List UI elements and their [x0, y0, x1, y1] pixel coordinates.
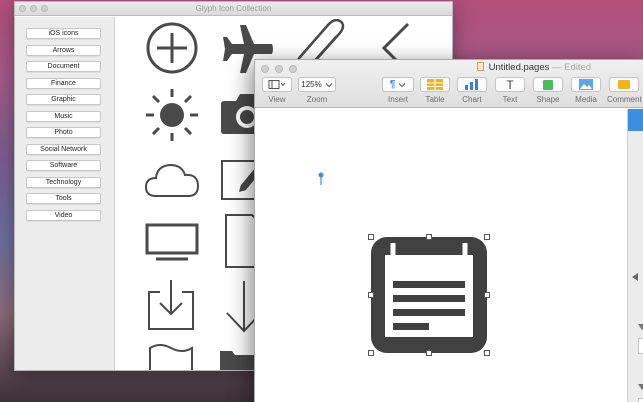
resize-handle-top-right[interactable] [484, 234, 490, 240]
pages-document-window: Untitled.pages — Edited View 125% Zoom ¶… [254, 59, 643, 402]
text-button[interactable]: T [495, 77, 525, 92]
sun-icon[interactable] [144, 87, 200, 143]
category-software-button[interactable]: Software [26, 160, 101, 171]
zoom-value: 125% [301, 80, 322, 89]
text-box-icon: T [506, 77, 514, 92]
photo-icon [579, 79, 593, 90]
table-icon [427, 79, 443, 90]
glyph-window-title: Glyph Icon Collection [195, 4, 272, 13]
text-insertion-cursor [318, 172, 324, 185]
category-document-button[interactable]: Document [26, 61, 101, 72]
view-toolbar-item: View [261, 77, 293, 104]
document-name: Untitled.pages [488, 62, 550, 73]
insert-label: Insert [387, 95, 408, 104]
media-button[interactable] [571, 77, 601, 92]
text-toolbar-item: T Text [494, 77, 526, 104]
pages-close-button[interactable] [261, 65, 269, 73]
document-title[interactable]: Untitled.pages — Edited [477, 62, 591, 73]
zoom-label: Zoom [306, 95, 328, 104]
comment-icon [618, 80, 630, 89]
category-graphic-button[interactable]: Graphic [26, 94, 101, 105]
resize-handle-left[interactable] [368, 292, 374, 298]
chart-toolbar-item: Chart [456, 77, 488, 104]
plus-circle-icon[interactable] [144, 20, 200, 76]
category-tools-button[interactable]: Tools [26, 193, 101, 204]
format-inspector-sidebar [627, 109, 643, 402]
triangle-left-icon[interactable] [632, 273, 638, 281]
category-arrows-button[interactable]: Arrows [26, 44, 101, 56]
close-button[interactable] [19, 5, 26, 12]
document-status: Edited [564, 62, 592, 73]
table-toolbar-item: Table [419, 77, 451, 104]
glyph-window-titlebar[interactable]: Glyph Icon Collection [15, 2, 452, 16]
chevron-down-icon [325, 82, 333, 87]
chart-label: Chart [462, 95, 482, 104]
category-video-button[interactable]: Video [26, 209, 101, 221]
document-canvas[interactable] [255, 109, 627, 402]
shape-label: Shape [536, 95, 560, 104]
flag-icon[interactable] [148, 344, 194, 371]
category-sidebar: iOS icons Arrows Document Finance Graphi… [15, 17, 115, 370]
category-finance-button[interactable]: Finance [26, 77, 101, 89]
disclosure-triangle-icon[interactable] [638, 324, 643, 330]
paragraph-icon: ¶ [389, 79, 396, 90]
category-technology-button[interactable]: Technology [26, 176, 101, 188]
table-label: Table [425, 95, 445, 104]
zoom-button[interactable] [41, 5, 48, 12]
view-label: View [268, 95, 286, 104]
pages-zoom-button[interactable] [289, 65, 297, 73]
selected-notepad-image[interactable] [368, 234, 490, 356]
zoom-toolbar-item: 125% Zoom [297, 77, 337, 104]
window-controls [19, 5, 48, 12]
title-separator: — [552, 62, 562, 73]
category-music-button[interactable]: Music [26, 110, 101, 122]
chart-button[interactable] [457, 77, 487, 92]
resize-handle-bottom[interactable] [426, 350, 432, 356]
comment-button[interactable] [609, 77, 639, 92]
category-ios-icons-button[interactable]: iOS icons [26, 28, 101, 39]
folder-icon[interactable] [218, 347, 258, 371]
view-button[interactable] [262, 77, 292, 92]
text-label: Text [502, 95, 518, 104]
table-button[interactable] [420, 77, 450, 92]
category-social-network-button[interactable]: Social Network [26, 143, 101, 155]
chevron-down-icon [398, 82, 406, 87]
notepad-icon [371, 237, 487, 353]
media-label: Media [575, 95, 597, 104]
insert-toolbar-item: ¶ Insert [381, 77, 415, 104]
monitor-icon[interactable] [144, 222, 200, 262]
media-toolbar-item: Media [570, 77, 602, 104]
pages-document-icon [477, 62, 484, 71]
cloud-icon[interactable] [144, 159, 200, 199]
zoom-select[interactable]: 125% [298, 77, 336, 92]
resize-handle-bottom-right[interactable] [484, 350, 490, 356]
shape-toolbar-item: Shape [532, 77, 564, 104]
pages-minimize-button[interactable] [275, 65, 283, 73]
category-photo-button[interactable]: Photo [26, 127, 101, 138]
pages-toolbar: Untitled.pages — Edited View 125% Zoom ¶… [255, 60, 643, 108]
minimize-button[interactable] [30, 5, 37, 12]
download-tray-icon[interactable] [146, 278, 196, 332]
insert-button[interactable]: ¶ [382, 77, 414, 92]
comment-toolbar-item: Comment [607, 77, 643, 104]
pages-window-controls [261, 65, 297, 73]
shape-button[interactable] [533, 77, 563, 92]
resize-handle-right[interactable] [484, 292, 490, 298]
inspector-tab-active[interactable] [628, 109, 643, 131]
comment-label: Comment [607, 95, 642, 104]
resize-handle-top-left[interactable] [368, 234, 374, 240]
resize-handle-top[interactable] [426, 234, 432, 240]
disclosure-triangle-icon[interactable] [638, 384, 643, 390]
inspector-field[interactable] [638, 338, 643, 354]
square-shape-icon [543, 79, 553, 90]
bar-chart-icon [465, 79, 478, 90]
resize-handle-bottom-left[interactable] [368, 350, 374, 356]
inspector-field[interactable] [638, 398, 643, 402]
sidebar-layout-icon [268, 80, 286, 89]
